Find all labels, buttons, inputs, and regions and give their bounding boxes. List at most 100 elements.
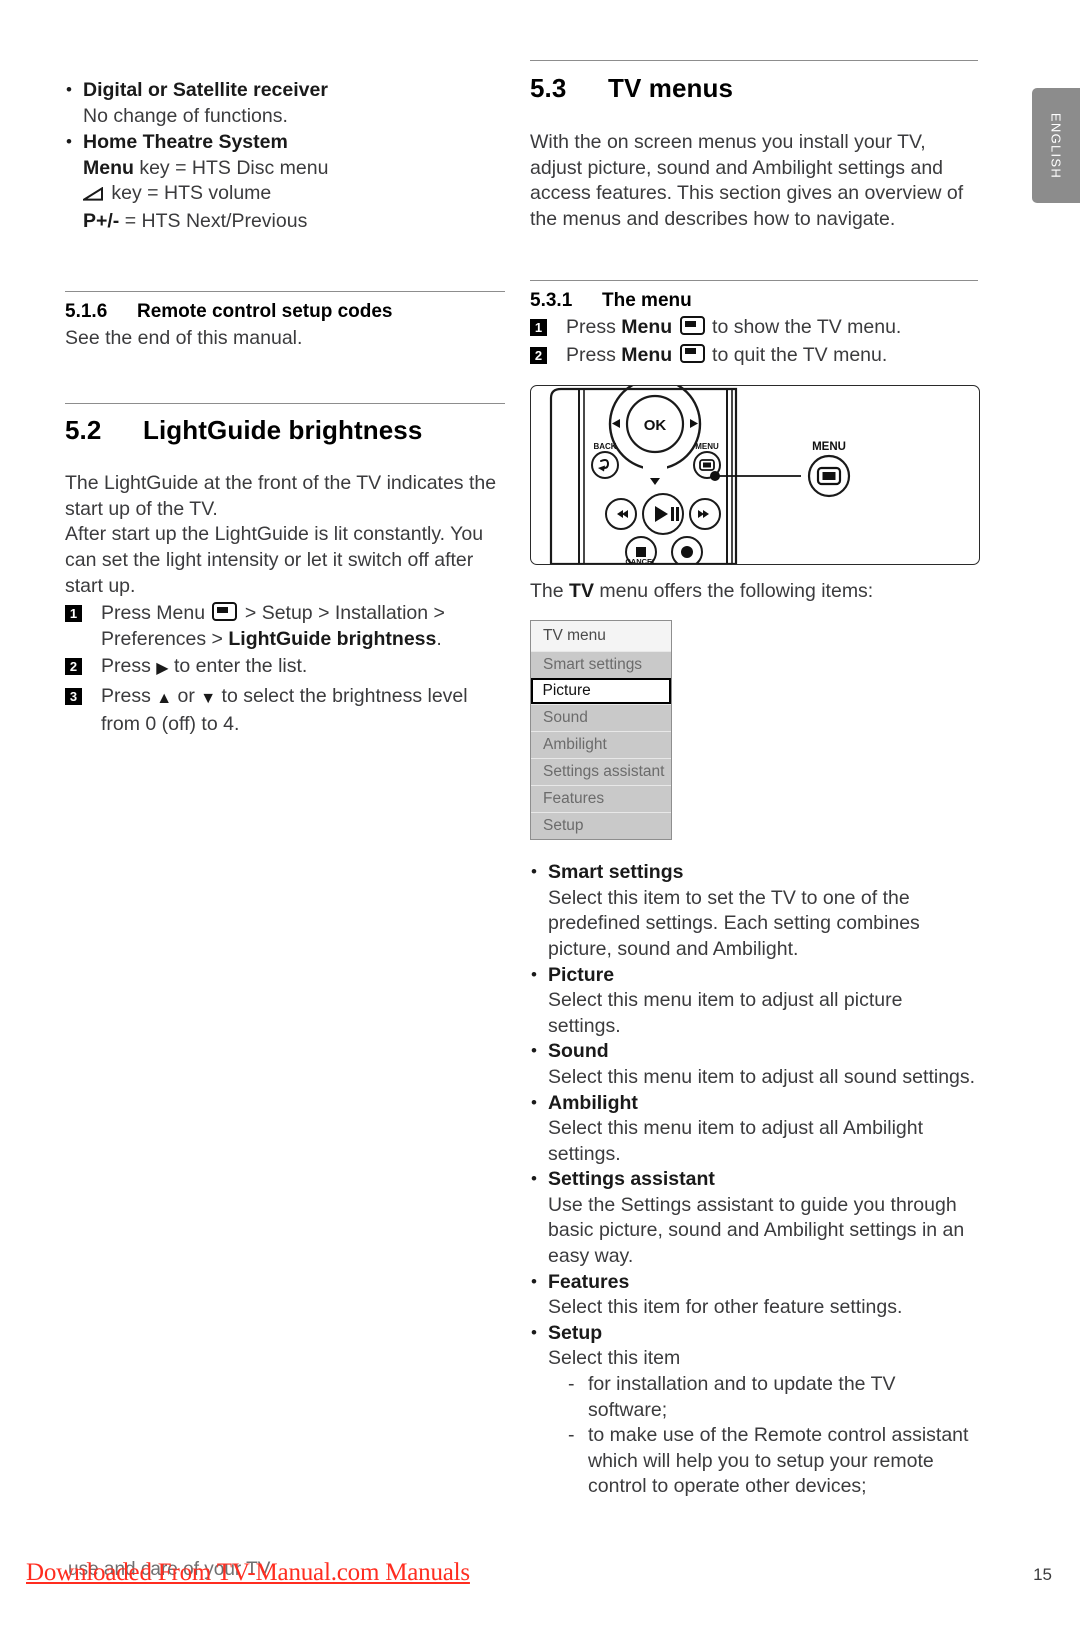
heading-title: The menu — [602, 290, 692, 312]
hts-line-volume: key = HTS volume — [106, 182, 272, 205]
bullet-term: Home Theatre System — [83, 131, 288, 154]
description-term: Smart settings — [548, 861, 684, 884]
heading-title: LightGuide brightness — [143, 415, 423, 446]
language-tab: ENGLISH — [1032, 88, 1080, 203]
arrow-down-icon: ▼ — [200, 689, 217, 707]
step-item: 2 Press ▶ to enter the list. — [65, 654, 505, 682]
divider — [65, 403, 505, 405]
description-body: Select this menu item to adjust all soun… — [548, 1065, 976, 1088]
step-text-post: to enter the list. — [168, 655, 308, 678]
menu-intro-bold: TV — [569, 579, 594, 602]
hts-line-pplusminus: = HTS Next/Previous — [119, 209, 308, 232]
step-item: 1 Press Menu > Setup > Installation > Pr… — [65, 601, 505, 652]
tv-menu-item-sound[interactable]: Sound — [531, 704, 671, 732]
manual-page: ENGLISH Digital or Satellite receiver No… — [0, 0, 1080, 1627]
arrow-right-icon: ▶ — [156, 660, 169, 678]
heading-5-1-6: 5.1.6 Remote control setup codes — [65, 301, 505, 323]
menu-button-icon — [679, 343, 705, 363]
description-body: Use the Settings assistant to guide you … — [548, 1193, 965, 1268]
divider — [65, 290, 505, 292]
divider — [530, 60, 978, 61]
hts-line-menu: Menu key = HTS Disc menu — [83, 156, 329, 179]
bullet-line: No change of functions. — [83, 104, 288, 127]
watermark: Downloaded From TV-Manual.com Manuals — [26, 1559, 470, 1586]
heading-number: 5.1.6 — [65, 300, 108, 322]
step-number: 1 — [530, 319, 547, 337]
list-item: Setup Select this item for installation … — [530, 1320, 978, 1500]
tv-menu-title: TV menu — [531, 621, 671, 652]
step-text-bold: LightGuide brightness — [228, 627, 437, 650]
list-item: Sound Select this menu item to adjust al… — [530, 1038, 978, 1090]
list-item: to make use of the Remote control assist… — [568, 1423, 978, 1500]
remote-control-illustration: OK BACK MENU CANCEL MENU — [549, 385, 851, 564]
bullet-term: Digital or Satellite receiver — [83, 79, 328, 101]
section-5-2-paragraph-2: After start up the LightGuide is lit con… — [65, 523, 484, 597]
description-term: Ambilight — [548, 1091, 638, 1114]
arrow-up-icon: ▲ — [156, 689, 173, 707]
list-item: Ambilight Select this menu item to adjus… — [530, 1090, 978, 1168]
lightguide-steps: 1 Press Menu > Setup > Installation > Pr… — [65, 601, 505, 737]
svg-text:MENU: MENU — [812, 441, 846, 453]
list-item: Features Select this item for other feat… — [530, 1269, 978, 1321]
step-text-pre: Press — [101, 655, 157, 678]
step-text-bold: Menu — [621, 316, 673, 339]
tv-menu-item-ambilight[interactable]: Ambilight — [531, 731, 671, 759]
section-5-1-6-body: See the end of this manual. — [65, 326, 303, 349]
tv-menu-item-features[interactable]: Features — [531, 785, 671, 813]
heading-title: TV menus — [608, 73, 734, 103]
step-text-end: . — [436, 627, 442, 650]
description-body: Select this item to set the TV to one of… — [548, 886, 920, 960]
step-text-pre: Press — [101, 684, 157, 707]
description-body: Select this item for other feature setti… — [548, 1296, 903, 1319]
tv-menu-item-smart-settings[interactable]: Smart settings — [531, 651, 671, 679]
description-body: Select this menu item to adjust all pict… — [548, 989, 903, 1037]
tv-menu-item-setup[interactable]: Setup — [531, 812, 671, 840]
step-item: 2 Press Menu to quit the TV menu. — [530, 343, 978, 369]
volume-icon — [80, 183, 104, 209]
remote-control-figure: OK BACK MENU CANCEL MENU — [530, 384, 980, 565]
svg-text:OK: OK — [644, 417, 667, 434]
step-text-post: to show the TV menu. — [706, 316, 902, 339]
divider — [530, 280, 978, 282]
list-item: Picture Select this menu item to adjust … — [530, 962, 978, 1040]
menu-button-icon — [212, 602, 238, 622]
step-number: 2 — [530, 346, 547, 364]
step-text-pre: Press — [566, 316, 622, 339]
step-number: 3 — [65, 687, 82, 705]
step-number: 2 — [65, 658, 82, 676]
description-term: Picture — [548, 963, 615, 986]
step-item: 1 Press Menu to show the TV menu. — [530, 315, 978, 341]
step-item: 3 Press ▲ or ▼ to select the brightness … — [65, 684, 505, 737]
description-body: Select this menu item to adjust all Ambi… — [548, 1117, 924, 1165]
left-column: Digital or Satellite receiver No change … — [65, 77, 505, 737]
list-item: Smart settings Select this item to set t… — [530, 859, 978, 962]
description-term: Setup — [548, 1321, 603, 1344]
step-text-pre: Press — [566, 343, 622, 366]
tv-menu-item-settings-assistant[interactable]: Settings assistant — [531, 758, 671, 786]
menu-intro-text: The TV menu offers the following items: — [530, 579, 978, 605]
heading-number: 5.3.1 — [530, 290, 573, 312]
step-text-pre: Press Menu — [101, 602, 211, 625]
menu-item-descriptions: Smart settings Select this item to set t… — [530, 859, 978, 1500]
heading-5-2: 5.2 LightGuide brightness — [65, 415, 505, 446]
step-text-mid: or — [172, 684, 201, 707]
heading-number: 5.2 — [65, 415, 102, 446]
step-text-bold: Menu — [621, 343, 673, 366]
device-bullet-list: Digital or Satellite receiver No change … — [65, 77, 505, 235]
menu-intro-post: menu offers the following items: — [593, 579, 874, 602]
description-body: Select this item — [548, 1347, 681, 1370]
step-number: 1 — [65, 605, 82, 623]
hts-line-pplusminus-key: P+/- — [83, 209, 120, 232]
section-5-3-intro: With the on screen menus you install you… — [530, 131, 964, 230]
page-number: 15 — [1033, 1565, 1052, 1584]
svg-text:BACK: BACK — [593, 442, 616, 451]
heading-5-3-1: 5.3.1 The menu — [530, 290, 978, 312]
menu-steps: 1 Press Menu to show the TV menu. 2 Pres… — [530, 315, 978, 368]
description-term: Features — [548, 1270, 630, 1293]
language-tab-label: ENGLISH — [1048, 112, 1064, 179]
svg-text:MENU: MENU — [695, 442, 719, 451]
list-item: Settings assistant Use the Settings assi… — [530, 1166, 978, 1269]
tv-menu-item-picture[interactable]: Picture — [531, 678, 671, 705]
right-column: 5.3 TV menus With the on screen menus yo… — [530, 60, 980, 1500]
heading-number: 5.3 — [530, 73, 567, 103]
